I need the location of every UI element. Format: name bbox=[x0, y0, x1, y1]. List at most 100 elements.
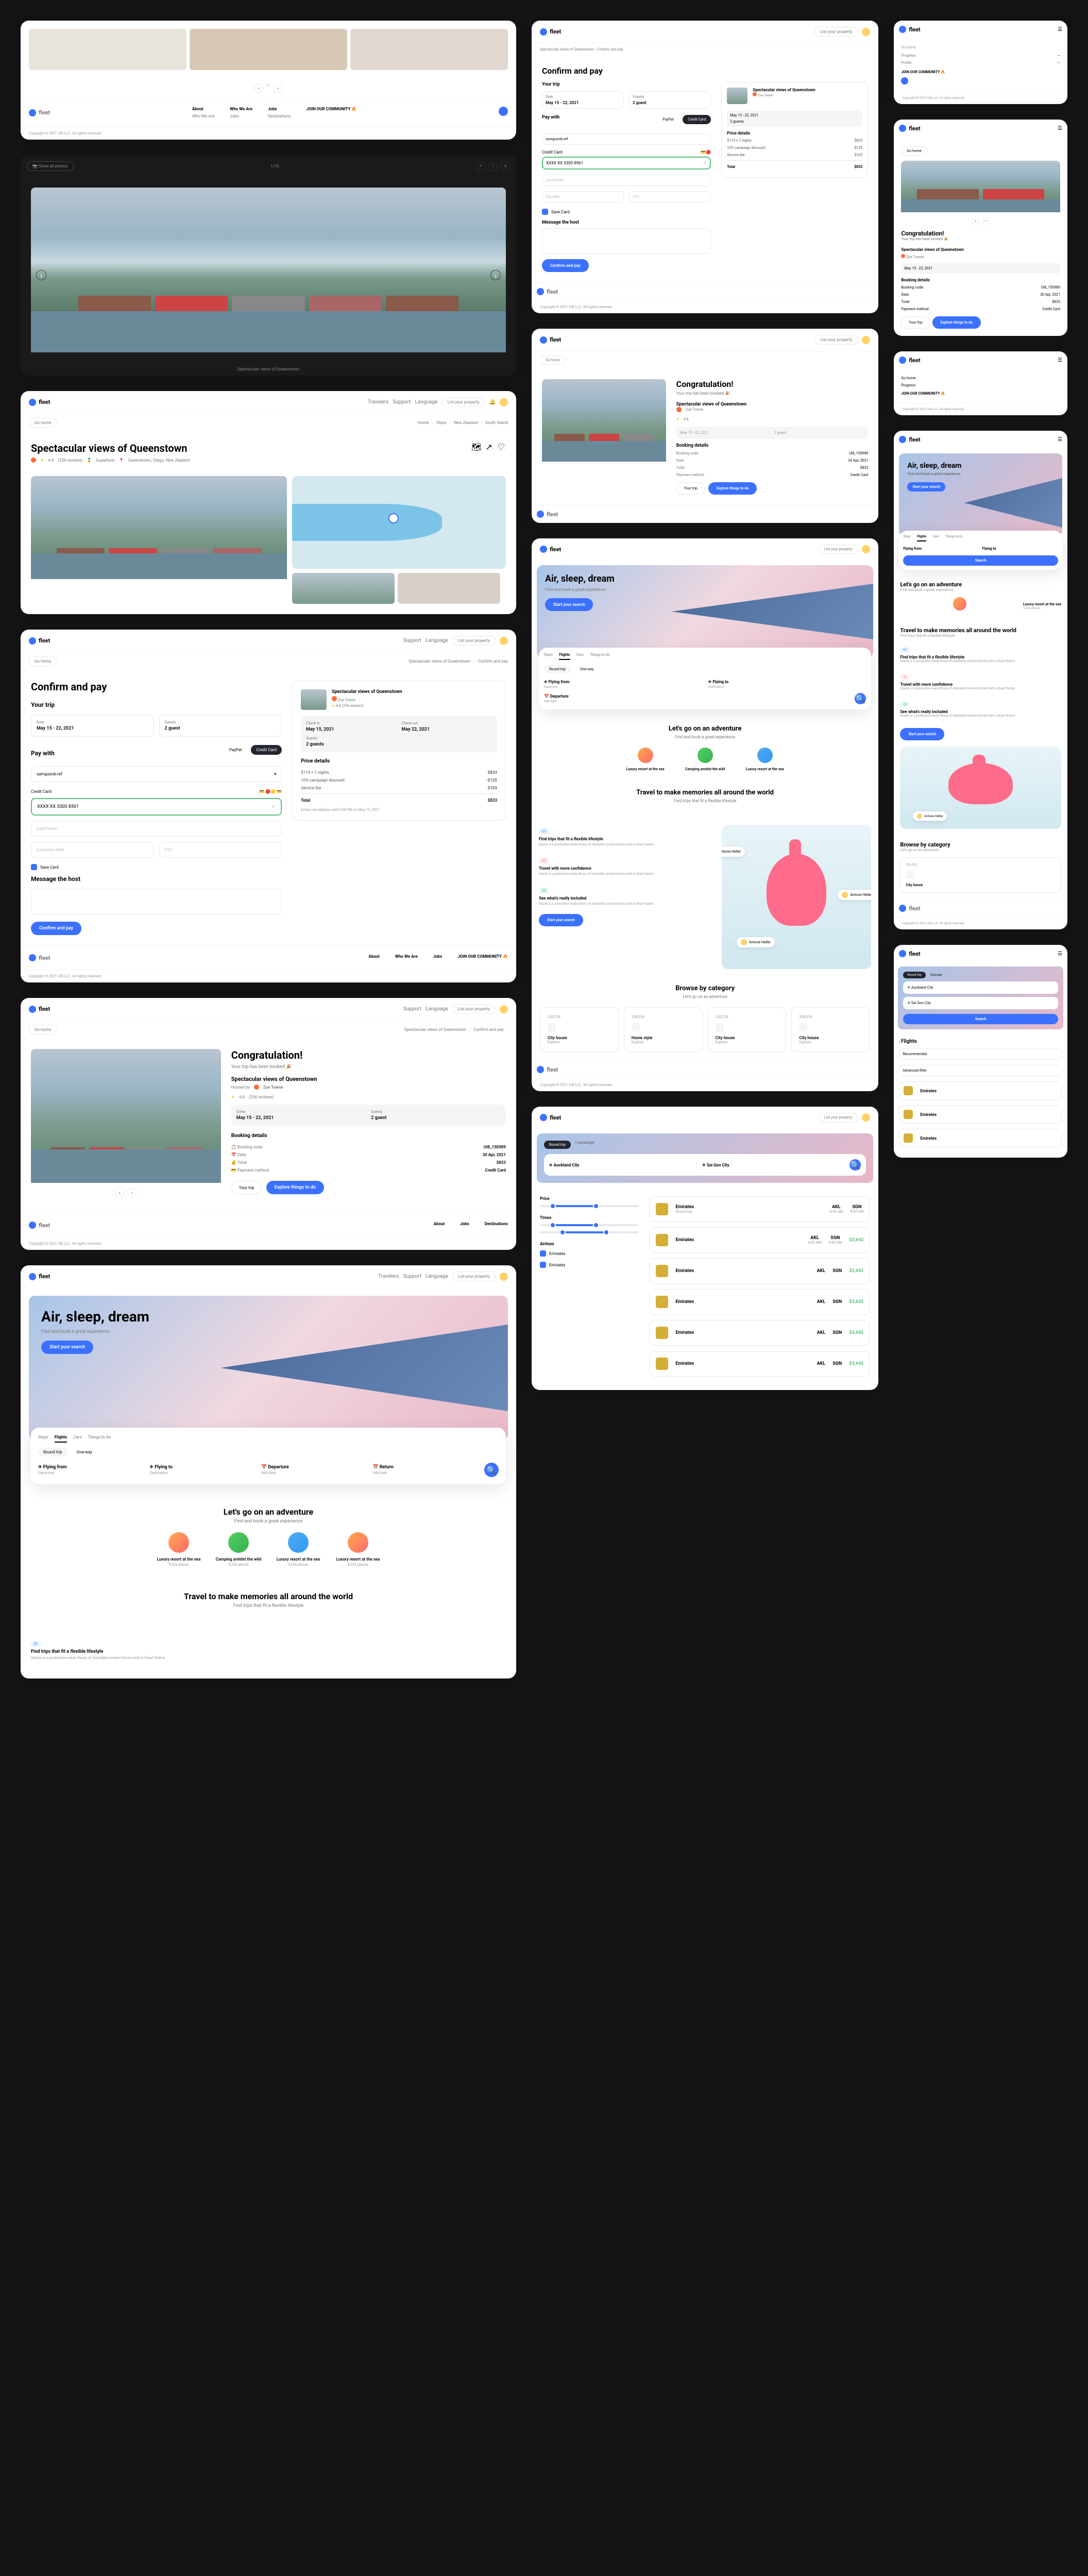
opt[interactable]: One-way bbox=[575, 665, 599, 673]
map-toggle[interactable]: 🗺 bbox=[472, 442, 481, 451]
search-btn[interactable]: 🔍 bbox=[484, 1463, 499, 1477]
map-pin[interactable] bbox=[388, 513, 399, 523]
close-icon[interactable]: ✕ bbox=[501, 162, 510, 171]
cvc-input[interactable]: CVC bbox=[629, 191, 711, 202]
nav-link[interactable]: Support bbox=[403, 1006, 421, 1012]
time-slider2[interactable] bbox=[540, 1231, 639, 1233]
cat-2[interactable]: 256,326Home styleExplore bbox=[624, 1007, 703, 1052]
start-search-btn[interactable]: Start your search bbox=[41, 1341, 93, 1354]
map[interactable] bbox=[292, 476, 506, 569]
tab-things[interactable]: Things to do bbox=[88, 1435, 110, 1443]
to[interactable]: ✈ Flying toDestination bbox=[708, 680, 866, 689]
holder-input[interactable]: Card holder bbox=[542, 175, 711, 186]
logo[interactable]: fleet bbox=[29, 1273, 50, 1280]
adv-filter[interactable]: Advanced filter bbox=[899, 1065, 1062, 1076]
logo[interactable]: fleet bbox=[899, 436, 920, 443]
logo[interactable]: fleet bbox=[29, 399, 50, 406]
explore-btn[interactable]: Explore things to do bbox=[708, 482, 757, 495]
flight-result[interactable]: EmiratesRound tripAKL6:45 AMSGN9:45 AM bbox=[649, 1196, 870, 1222]
message-textarea[interactable] bbox=[31, 889, 282, 914]
share-icon[interactable]: ↗ bbox=[476, 162, 485, 171]
prev[interactable]: ‹ bbox=[972, 217, 979, 225]
tab[interactable]: Stays bbox=[544, 653, 553, 660]
confirm-pay-btn[interactable]: Confirm and pay bbox=[31, 922, 81, 935]
from-input[interactable]: ✈ Auckland City bbox=[549, 1163, 691, 1167]
from[interactable]: Flying from bbox=[903, 547, 979, 551]
save-checkbox[interactable]: Save Card bbox=[542, 209, 711, 215]
list-btn[interactable]: List your property bbox=[819, 545, 858, 554]
flight-result[interactable]: EmiratesAKLSGN$3,642 bbox=[649, 1289, 870, 1315]
price-slider[interactable] bbox=[540, 1205, 639, 1207]
adv-3[interactable]: Luxury resort at the sea bbox=[739, 748, 791, 772]
avatar[interactable] bbox=[500, 1273, 508, 1281]
msg-textarea[interactable] bbox=[542, 228, 711, 254]
guest-field[interactable]: Guests2 guest bbox=[159, 715, 282, 737]
saved-select[interactable]: samguoob.ref bbox=[542, 133, 711, 145]
start-btn[interactable]: Start your search bbox=[539, 914, 583, 926]
your-trip-btn[interactable]: Your trip bbox=[231, 1181, 262, 1194]
go-home[interactable]: Go home bbox=[29, 656, 57, 666]
prev-photo[interactable]: ‹ bbox=[36, 270, 46, 280]
list-btn[interactable]: List your property bbox=[452, 1004, 496, 1014]
logo[interactable]: fleet bbox=[540, 336, 561, 344]
save-card-checkbox[interactable]: Save Card bbox=[31, 864, 282, 870]
adv-item-4[interactable]: Luxury resort at the sea9,326 places bbox=[332, 1532, 384, 1567]
dep-field[interactable]: 📅 DepartureAdd date bbox=[261, 1465, 366, 1475]
logo[interactable]: fleet bbox=[899, 950, 920, 957]
nav-link[interactable]: Language bbox=[426, 1006, 448, 1012]
menu-icon[interactable]: ☰ bbox=[1058, 358, 1062, 363]
tab-flights[interactable]: Flights bbox=[55, 1435, 67, 1443]
nav-lang[interactable]: Language bbox=[426, 638, 448, 643]
from[interactable]: ✈ Auckland City bbox=[903, 981, 1058, 994]
flight-result[interactable]: EmiratesAKLSGN$3,642 bbox=[649, 1351, 870, 1377]
oneway[interactable]: One-way bbox=[929, 972, 944, 978]
go-home[interactable]: Go home bbox=[901, 376, 1060, 380]
adv-2[interactable]: Camping amidst the wild bbox=[679, 748, 731, 772]
flight-result[interactable]: EmiratesAKL6:45 AMSGN9:45 AM$3,642 bbox=[649, 1227, 870, 1253]
next[interactable]: › bbox=[982, 217, 990, 225]
flight-result[interactable]: EmiratesAKLSGN$3,642 bbox=[649, 1258, 870, 1284]
paypal-tab[interactable]: PayPal bbox=[657, 115, 678, 124]
prev[interactable]: ‹ bbox=[115, 1188, 124, 1197]
trip-btn[interactable]: Your trip bbox=[901, 316, 930, 329]
start-btn[interactable]: Start your search bbox=[545, 598, 593, 611]
dep[interactable]: 📅 DepartureAdd date bbox=[544, 694, 848, 703]
show-photos-btn[interactable]: 📷 Show all photos bbox=[27, 161, 74, 171]
prev-btn[interactable]: ‹ bbox=[254, 83, 263, 93]
go-home[interactable]: Go home bbox=[29, 1025, 57, 1035]
round[interactable]: Round trip bbox=[544, 1141, 571, 1149]
confirm-btn[interactable]: Confirm and pay bbox=[542, 259, 589, 272]
footer-link[interactable]: Jobs bbox=[230, 114, 252, 118]
t[interactable]: Things to do bbox=[945, 535, 962, 541]
start[interactable]: Start your search bbox=[900, 728, 944, 740]
nav-travelers[interactable]: Travelers bbox=[368, 399, 389, 405]
cat-3[interactable]: 256,326City houseExplore bbox=[708, 1007, 787, 1052]
date-field[interactable]: DateMay 15 - 22, 2021 bbox=[542, 91, 624, 109]
avatar[interactable] bbox=[500, 1005, 508, 1013]
oneway-opt[interactable]: One-way bbox=[72, 1448, 97, 1456]
to[interactable]: Flying to bbox=[982, 547, 1058, 551]
thumb-1[interactable] bbox=[292, 573, 395, 604]
cvc-input[interactable]: CVC bbox=[159, 842, 282, 858]
to[interactable]: ✈ Sai Gon City bbox=[903, 997, 1058, 1009]
nav-link[interactable]: Language bbox=[426, 1274, 448, 1279]
list-btn[interactable]: List your property bbox=[819, 1113, 858, 1122]
heart-icon[interactable]: ♡ bbox=[488, 162, 498, 171]
menu-icon[interactable]: ☰ bbox=[1058, 437, 1062, 443]
search-btn[interactable]: 🔍 bbox=[855, 693, 866, 704]
search[interactable]: Search bbox=[903, 1014, 1058, 1024]
thumb-2[interactable] bbox=[398, 573, 500, 604]
next-btn[interactable]: › bbox=[274, 83, 283, 93]
logo[interactable]: fleet bbox=[540, 1114, 561, 1121]
go-home-btn[interactable]: Go home bbox=[29, 418, 57, 428]
footer-link[interactable]: Destinations bbox=[268, 114, 291, 118]
list-btn[interactable]: List your property bbox=[814, 335, 858, 345]
tab[interactable]: Flights bbox=[559, 653, 570, 660]
avatar[interactable] bbox=[500, 398, 508, 406]
logo[interactable]: fleet bbox=[899, 26, 920, 33]
card-number-input[interactable]: XXXX XX 3300 8561✓ bbox=[31, 798, 282, 816]
tab-cars[interactable]: Cars bbox=[73, 1435, 81, 1443]
t[interactable]: Cars bbox=[932, 535, 939, 541]
go-home[interactable]: Go home bbox=[540, 355, 566, 365]
adv-item-1[interactable]: Luxury resort at the sea9,326 places bbox=[153, 1532, 205, 1567]
